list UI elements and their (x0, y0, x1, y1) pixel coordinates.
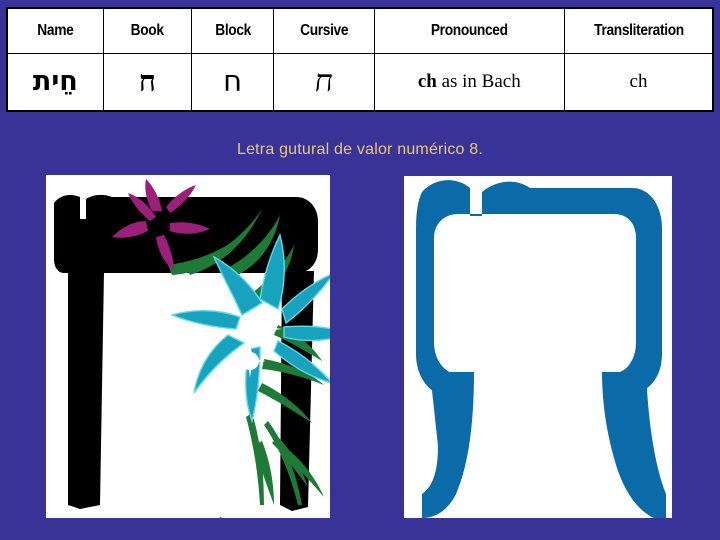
column-header-pronounced: Pronounced (386, 7, 552, 54)
cell-letter-book: ח (102, 52, 193, 112)
plum-flower-mid (220, 517, 222, 518)
cell-transliteration: ch (564, 52, 714, 112)
pronunciation-rest: as in Bach (436, 70, 521, 92)
top-band (0, 0, 720, 6)
transliteration-text: ch (629, 70, 648, 92)
column-header-book: Book (109, 7, 186, 54)
column-header-transliteration: Transliteration (574, 7, 704, 54)
slide-canvas: Name Book Block Cursive Pronounced Trans… (0, 0, 720, 540)
hebrew-cursive-glyph: ח (312, 63, 336, 99)
table-header-row: Name Book Block Cursive Pronounced Trans… (7, 7, 713, 54)
cell-pronounced: ch as in Bach (373, 52, 566, 112)
slide-caption: Letra gutural de valor numérico 8. (236, 141, 484, 158)
hebrew-book-glyph: ח (138, 64, 156, 99)
cell-letter-block: ח (191, 52, 275, 112)
column-header-cursive: Cursive (280, 7, 368, 54)
pronunciation-bold: ch (417, 70, 437, 92)
column-header-block: Block (196, 7, 269, 54)
cell-letter-cursive: ח (273, 52, 375, 112)
decorated-chet-image (46, 175, 330, 518)
hebrew-letter-table: Name Book Block Cursive Pronounced Trans… (6, 7, 714, 112)
pronunciation-text: ch as in Bach (418, 71, 521, 92)
hebrew-block-glyph: ח (223, 64, 243, 99)
cell-letter-name: חֵית (6, 52, 104, 112)
blue-chet-image (404, 176, 672, 518)
hebrew-name-text: חֵית (32, 66, 78, 98)
column-header-name: Name (13, 7, 97, 54)
blue-chet-letter (416, 180, 666, 518)
table-row: חֵית ח ח ח ch as in Bach ch (6, 52, 714, 112)
blue-chet-graphic (416, 180, 666, 518)
decorated-chet-graphic (54, 179, 330, 518)
